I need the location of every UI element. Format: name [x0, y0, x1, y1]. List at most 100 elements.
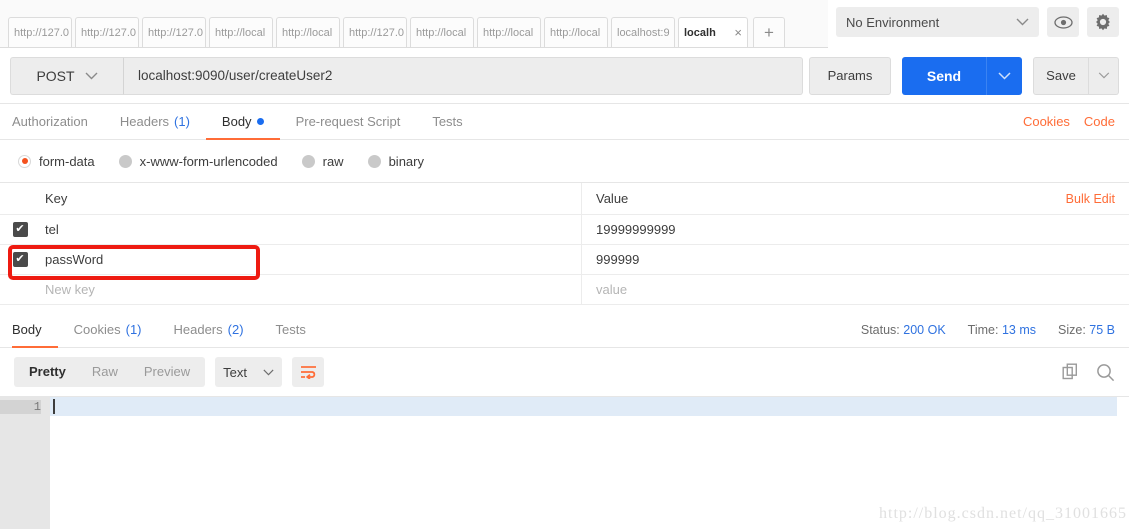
column-header-key: Key: [40, 183, 582, 214]
request-tab-6[interactable]: http://local: [410, 17, 474, 47]
body-type-binary[interactable]: binary: [367, 154, 424, 169]
http-method-select[interactable]: POST: [10, 56, 123, 95]
body-type-label: x-www-form-urlencoded: [139, 153, 278, 169]
table-row-new[interactable]: New key value: [0, 275, 1129, 305]
response-section-tabs: Body Cookies (1) Headers (2) Tests Statu…: [0, 312, 1129, 348]
time-value: 13 ms: [1001, 322, 1036, 337]
tab-label: Body: [221, 114, 252, 129]
request-tab-strip[interactable]: http://127.0 http://127.0 http://127.0 h…: [0, 0, 828, 48]
add-tab-button[interactable]: +: [753, 17, 785, 47]
table-row[interactable]: ✔ passWord 999999: [0, 245, 1129, 275]
cookies-link[interactable]: Cookies: [1023, 114, 1070, 129]
tab-label: Cookies: [73, 322, 121, 337]
request-tab-label: localh: [684, 26, 716, 39]
save-options-button[interactable]: [1089, 56, 1119, 95]
environment-quick-look-button[interactable]: [1047, 7, 1079, 37]
chevron-down-icon: [263, 369, 274, 376]
environment-select-label: No Environment: [846, 14, 940, 30]
column-header-value: Value: [596, 191, 629, 206]
view-preview-button[interactable]: Preview: [131, 357, 203, 387]
row-checkbox[interactable]: ✔: [12, 222, 28, 237]
tab-count: (1): [125, 322, 142, 337]
form-data-table: Key Value Bulk Edit ✔ tel 19999999999 ✔ …: [0, 182, 1129, 305]
send-button[interactable]: Send: [902, 56, 986, 95]
table-row[interactable]: ✔ tel 19999999999: [0, 215, 1129, 245]
copy-icon[interactable]: [1062, 363, 1080, 381]
request-tab-3[interactable]: http://local: [209, 17, 273, 47]
chevron-down-icon: [998, 71, 1011, 80]
save-button[interactable]: Save: [1033, 56, 1089, 95]
response-format-select[interactable]: Text: [215, 357, 283, 387]
view-raw-button[interactable]: Raw: [79, 357, 131, 387]
new-value-input[interactable]: value: [582, 275, 1129, 304]
request-tab-8[interactable]: http://local: [544, 17, 608, 47]
request-tab-label: http://127.0: [81, 26, 137, 39]
tab-headers[interactable]: Headers (1): [104, 104, 206, 139]
response-tab-body[interactable]: Body: [12, 312, 58, 348]
request-tab-label: localhost:9: [617, 26, 670, 39]
row-value-input[interactable]: 19999999999: [582, 215, 1129, 244]
radio-icon: [367, 154, 381, 168]
request-tab-2[interactable]: http://127.0: [142, 17, 206, 47]
response-toolbar-actions: [1062, 363, 1115, 382]
request-tab-0[interactable]: http://127.0: [8, 17, 72, 47]
watermark-text: http://blog.csdn.net/qq_31001665: [879, 505, 1127, 522]
time-label: Time:: [967, 322, 999, 337]
http-method-label: POST: [36, 67, 75, 84]
new-key-input[interactable]: New key: [40, 275, 582, 304]
request-tab-5[interactable]: http://127.0: [343, 17, 407, 47]
request-tab-label: http://local: [550, 26, 601, 39]
request-tab-9[interactable]: localhost:9: [611, 17, 675, 47]
tab-label: Tests: [432, 114, 463, 129]
row-checkbox[interactable]: ✔: [12, 252, 28, 267]
request-tab-4[interactable]: http://local: [276, 17, 340, 47]
body-type-raw[interactable]: raw: [301, 154, 344, 169]
unsaved-dot-icon: [256, 118, 264, 125]
tab-authorization[interactable]: Authorization: [12, 104, 104, 139]
body-type-options: form-data x-www-form-urlencoded raw bina…: [0, 140, 1129, 182]
close-icon[interactable]: ×: [730, 25, 742, 40]
tab-label: Headers: [173, 322, 223, 337]
response-tab-headers[interactable]: Headers (2): [158, 312, 260, 347]
request-tab-label: http://local: [416, 26, 467, 39]
eye-icon: [1053, 15, 1073, 29]
request-tab-1[interactable]: http://127.0: [75, 17, 139, 47]
view-pretty-button[interactable]: Pretty: [16, 357, 79, 387]
body-type-urlencoded[interactable]: x-www-form-urlencoded: [118, 153, 278, 169]
response-view-toggle: Pretty Raw Preview: [14, 357, 206, 387]
request-tab-10-active[interactable]: localh ×: [678, 17, 748, 47]
request-tab-7[interactable]: http://local: [477, 17, 541, 47]
response-meta: Status: 200 OK Time: 13 ms Size: 75 B: [861, 312, 1129, 347]
tab-count: (2): [227, 322, 244, 337]
url-input[interactable]: localhost:9090/user/createUser2: [123, 56, 803, 95]
tab-body[interactable]: Body: [205, 104, 280, 140]
tab-pre-request-script[interactable]: Pre-request Script: [280, 104, 417, 139]
text-caret: [53, 399, 55, 414]
row-value-input[interactable]: 999999: [582, 245, 1129, 274]
send-options-button[interactable]: [986, 56, 1022, 95]
response-tab-tests[interactable]: Tests: [260, 312, 322, 347]
bulk-edit-link[interactable]: Bulk Edit: [1066, 192, 1115, 206]
response-body-editor[interactable]: 1 http://blog.csdn.net/qq_31001665: [0, 396, 1129, 529]
search-icon[interactable]: [1096, 363, 1115, 382]
save-button-group: Save: [1033, 56, 1119, 95]
radio-icon: [18, 154, 31, 168]
code-link[interactable]: Code: [1084, 114, 1115, 129]
response-toolbar: Pretty Raw Preview Text: [0, 348, 1129, 396]
word-wrap-button[interactable]: [292, 357, 325, 387]
size-value: 75 B: [1089, 322, 1115, 337]
row-key-input[interactable]: passWord: [40, 245, 582, 274]
body-type-label: form-data: [39, 153, 95, 169]
response-tab-cookies[interactable]: Cookies (1): [58, 312, 158, 347]
environment-select[interactable]: No Environment: [836, 7, 1039, 37]
tab-label: Body: [12, 322, 42, 337]
tab-tests[interactable]: Tests: [416, 104, 478, 139]
request-tab-label: http://127.0: [14, 26, 70, 39]
line-number: 1: [0, 400, 41, 414]
request-tab-label: http://127.0: [349, 26, 405, 39]
column-header-value-cell: Value Bulk Edit: [582, 183, 1129, 214]
row-key-input[interactable]: tel: [40, 215, 582, 244]
settings-button[interactable]: [1087, 7, 1119, 37]
body-type-form-data[interactable]: form-data: [18, 154, 95, 169]
params-button[interactable]: Params: [809, 56, 891, 95]
